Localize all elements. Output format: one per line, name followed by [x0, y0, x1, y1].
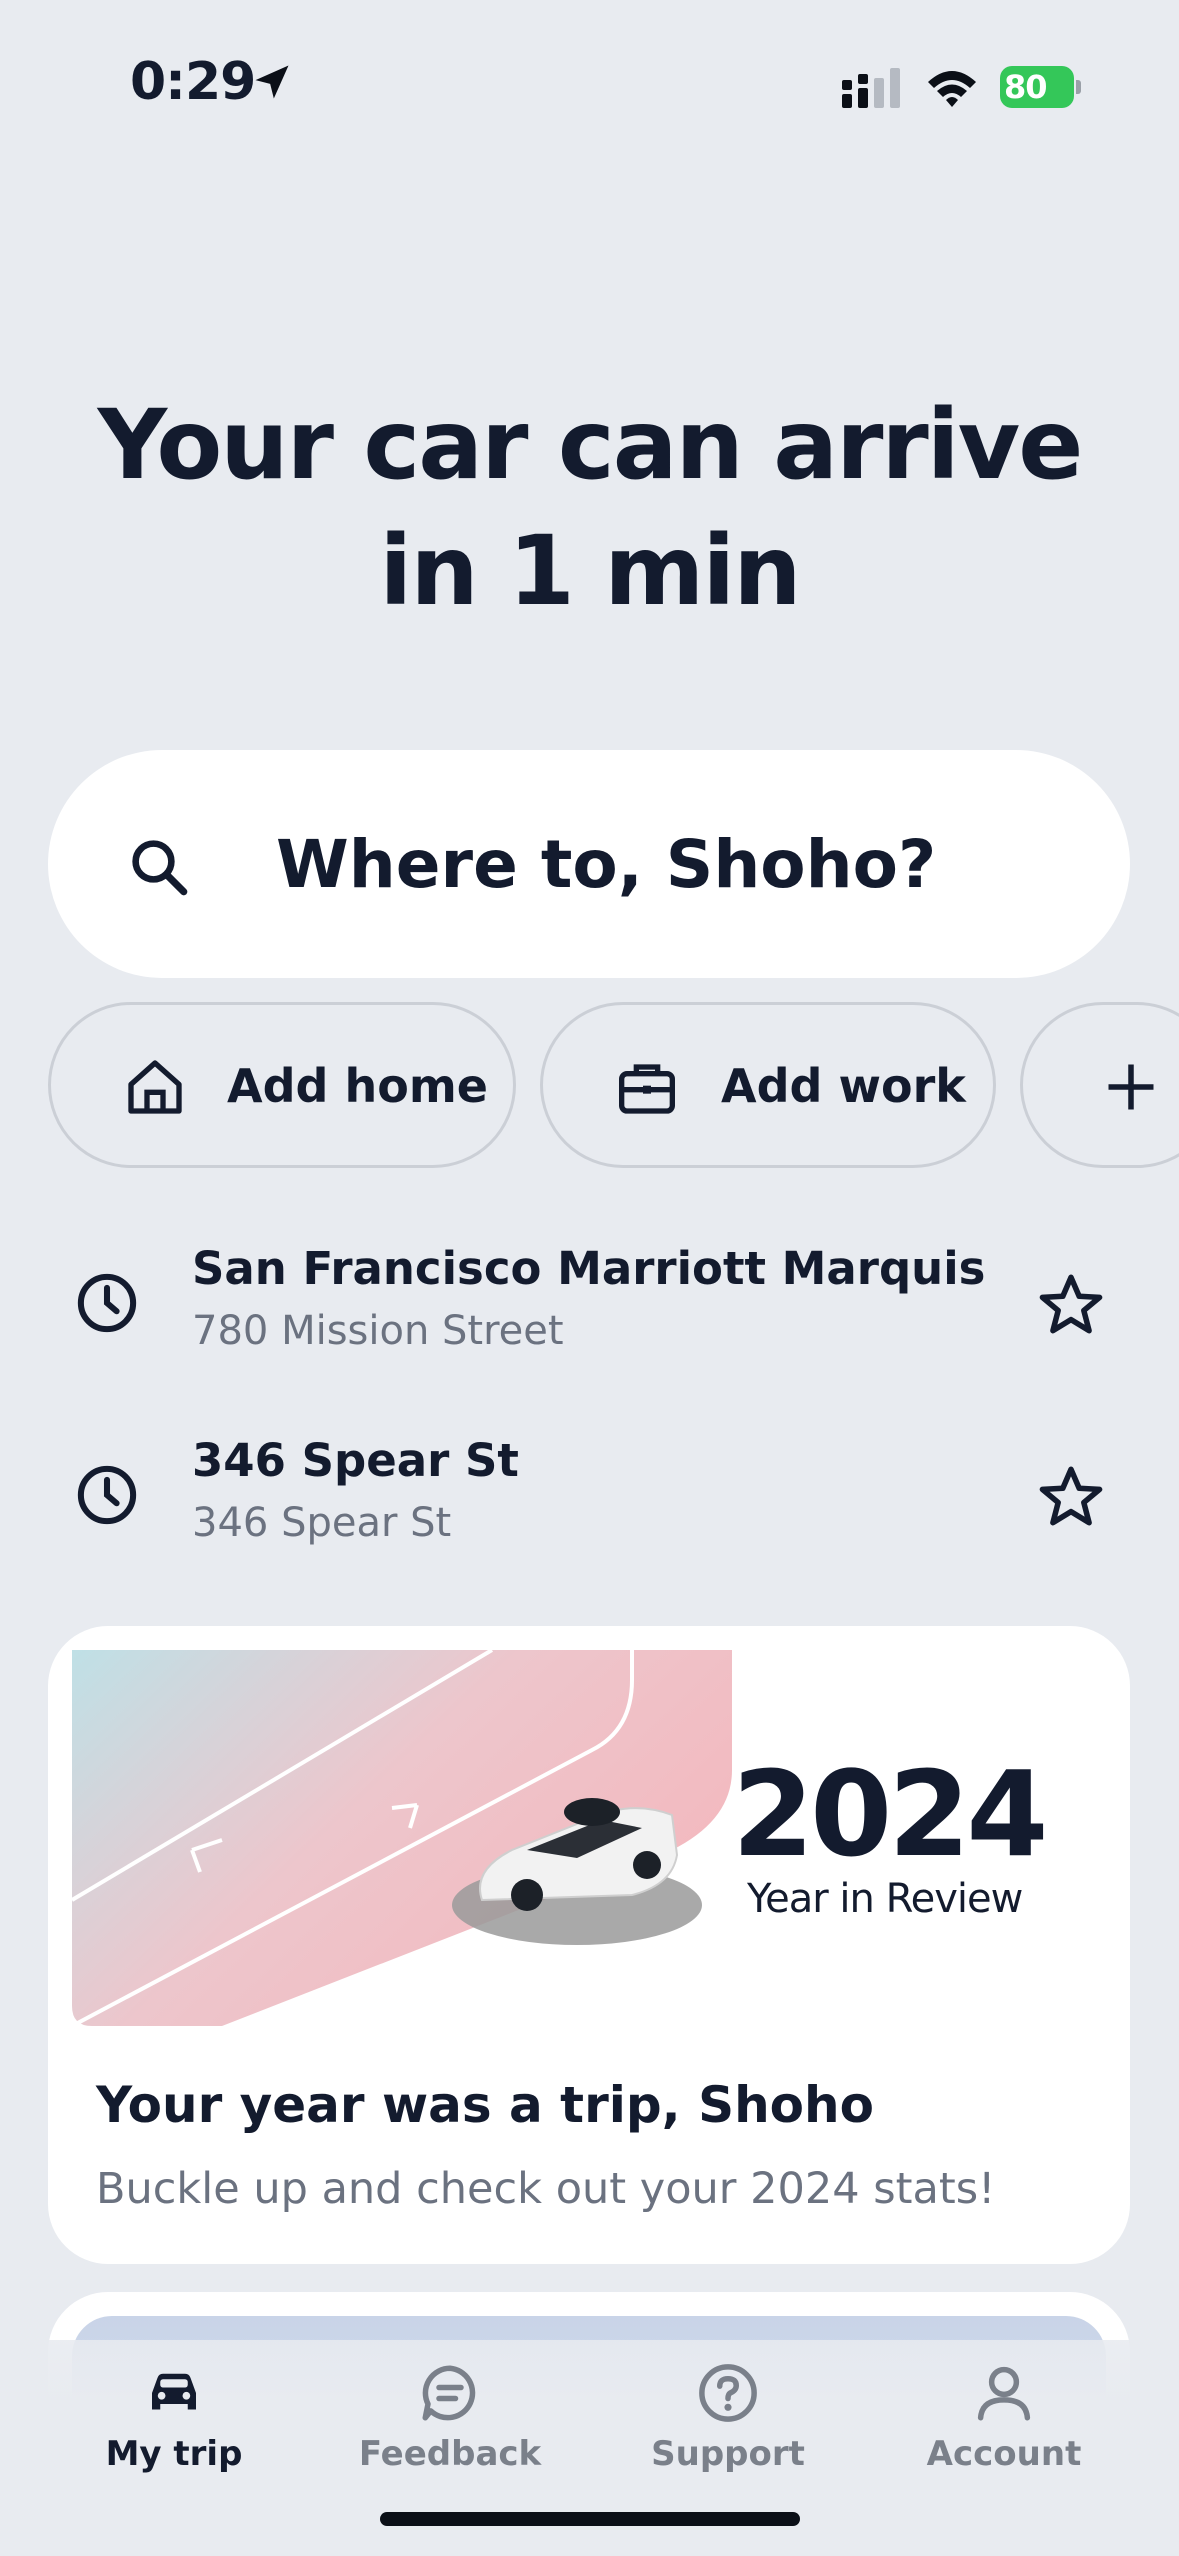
tab-label: Feedback	[358, 2434, 542, 2474]
recent-destination-item[interactable]: San Francisco Marriott Marquis 780 Missi…	[0, 1216, 1179, 1386]
year-in-review-card[interactable]: 2024 Year in Review Your year was a trip…	[48, 1626, 1130, 2264]
recent-subtitle: 346 Spear St	[192, 1500, 452, 1546]
wifi-icon	[928, 71, 976, 107]
battery-cap	[1076, 80, 1081, 94]
car-icon	[152, 2373, 196, 2410]
tab-label: My trip	[105, 2434, 243, 2474]
promo-subtitle: Buckle up and check out your 2024 stats!	[96, 2164, 996, 2214]
tab-account[interactable]: Account	[894, 2360, 1114, 2510]
clock-icon	[77, 1273, 137, 1333]
add-place-chip[interactable]	[1020, 1002, 1179, 1168]
clock-icon	[77, 1465, 137, 1525]
headline-line-1: Your car can arrive	[97, 389, 1084, 501]
recent-destination-item[interactable]: 346 Spear St 346 Spear St	[0, 1408, 1179, 1578]
status-bar: 0:29 80	[0, 0, 1179, 170]
headline-line-2: in 1 min	[379, 515, 801, 627]
tab-support[interactable]: Support	[618, 2360, 838, 2510]
battery-level: 80	[1004, 68, 1048, 106]
chat-icon	[422, 2365, 476, 2421]
year-in-review-banner: 2024 Year in Review	[72, 1650, 1048, 2026]
add-work-chip[interactable]: Add work	[540, 1002, 996, 1168]
person-icon	[977, 2366, 1031, 2421]
help-icon	[699, 2364, 757, 2422]
briefcase-icon	[619, 1064, 675, 1114]
arrival-headline: Your car can arrive in 1 min	[0, 382, 1179, 634]
tab-feedback[interactable]: Feedback	[340, 2360, 560, 2510]
promo-title: Your year was a trip, Shoho	[96, 2076, 874, 2134]
home-icon	[128, 1060, 182, 1114]
home-indicator[interactable]	[380, 2512, 800, 2526]
plus-icon	[1108, 1064, 1154, 1110]
recent-title: 346 Spear St	[192, 1434, 519, 1487]
search-bar[interactable]: Where to, Shoho?	[48, 750, 1130, 978]
add-home-chip[interactable]: Add home	[48, 1002, 516, 1168]
battery-icon: 80	[1000, 66, 1081, 108]
signal-icon	[842, 68, 900, 108]
tab-label: Account	[926, 2434, 1082, 2474]
add-home-label: Add home	[227, 1059, 488, 1113]
search-icon	[132, 840, 188, 896]
star-icon[interactable]	[1036, 1270, 1106, 1340]
status-time: 0:29	[130, 52, 256, 112]
banner-year: 2024	[732, 1745, 1044, 1883]
search-prompt: Where to, Shoho?	[276, 826, 937, 903]
location-arrow-icon	[255, 65, 289, 99]
tab-my-trip[interactable]: My trip	[64, 2360, 284, 2510]
banner-caption: Year in Review	[746, 1876, 1023, 1922]
recent-title: San Francisco Marriott Marquis	[192, 1242, 986, 1295]
add-work-label: Add work	[721, 1059, 966, 1113]
recent-subtitle: 780 Mission Street	[192, 1308, 564, 1354]
star-icon[interactable]	[1036, 1462, 1106, 1532]
tab-label: Support	[651, 2434, 805, 2474]
